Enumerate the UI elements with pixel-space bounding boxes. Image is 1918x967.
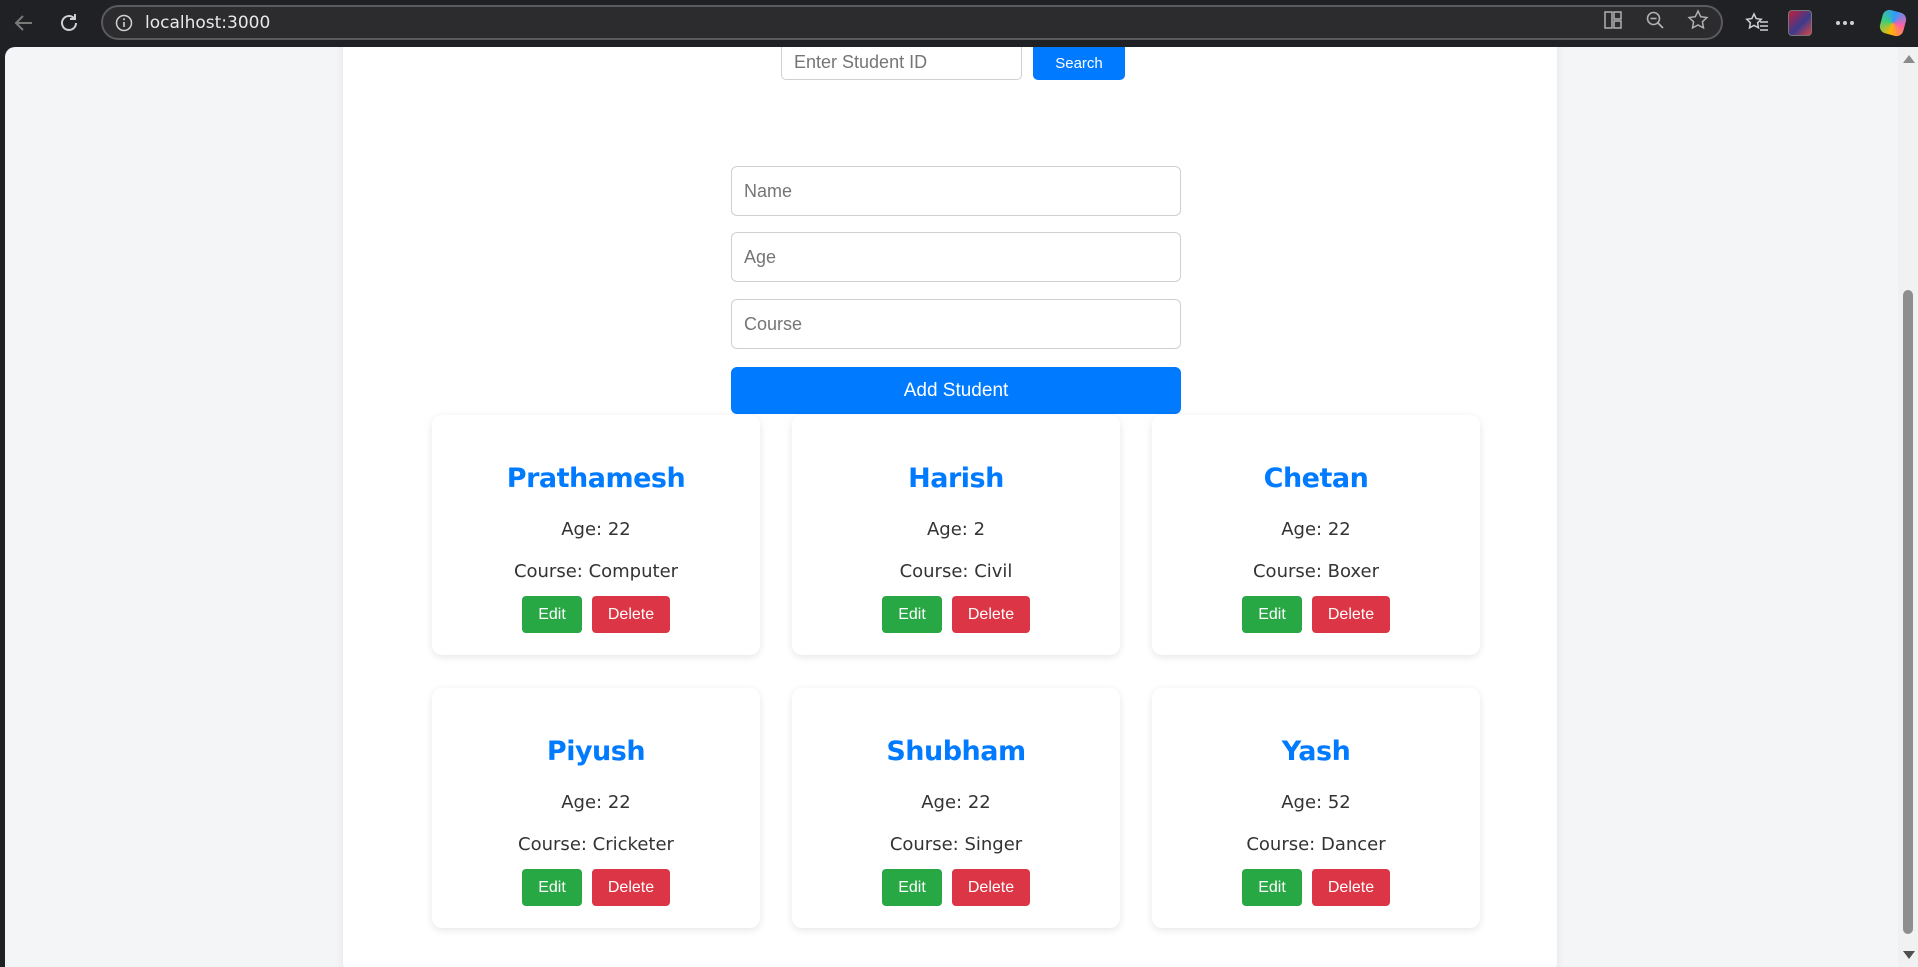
course-field[interactable] [731,299,1181,349]
student-card: Shubham Age: 22 Course: Singer Edit Dele… [792,688,1120,928]
more-icon[interactable] [1832,10,1858,36]
info-icon[interactable] [115,14,133,32]
zoom-out-icon[interactable] [1645,10,1665,35]
student-card: Chetan Age: 22 Course: Boxer Edit Delete [1152,415,1480,655]
student-course: Course: Computer [513,561,679,582]
delete-button[interactable]: Delete [592,596,670,633]
delete-button[interactable]: Delete [952,869,1030,906]
student-course: Course: Civil [899,561,1013,582]
student-card: Piyush Age: 22 Course: Cricketer Edit De… [432,688,760,928]
back-icon[interactable] [9,8,39,38]
delete-button[interactable]: Delete [1312,869,1390,906]
delete-button[interactable]: Delete [592,869,670,906]
scroll-down-arrow-icon[interactable] [1903,951,1915,959]
student-age: Age: 22 [921,792,991,813]
student-panel: Search Add Student Prathamesh Age: 22 Co… [343,47,1557,967]
student-course: Course: Dancer [1246,834,1386,855]
student-age: Age: 52 [1281,792,1351,813]
address-bar[interactable]: localhost:3000 [101,5,1723,40]
delete-button[interactable]: Delete [952,596,1030,633]
url-text: localhost:3000 [145,12,271,33]
name-field[interactable] [731,166,1181,216]
edit-button[interactable]: Edit [522,596,582,633]
page-scrollbar[interactable] [1898,47,1918,967]
student-name: Prathamesh [506,463,686,494]
student-course: Course: Boxer [1252,561,1379,582]
student-card: Harish Age: 2 Course: Civil Edit Delete [792,415,1120,655]
favorites-icon[interactable] [1744,10,1770,36]
profile-icon[interactable] [1787,10,1813,36]
student-course: Course: Cricketer [518,834,674,855]
student-age: Age: 22 [561,792,631,813]
edit-button[interactable]: Edit [1242,596,1302,633]
edit-button[interactable]: Edit [882,869,942,906]
delete-button[interactable]: Delete [1312,596,1390,633]
student-age: Age: 22 [1281,519,1351,540]
add-student-button[interactable]: Add Student [731,367,1181,414]
student-card: Prathamesh Age: 22 Course: Computer Edit… [432,415,760,655]
edit-button[interactable]: Edit [1242,869,1302,906]
split-screen-icon[interactable] [1603,10,1623,35]
student-age: Age: 2 [926,519,986,540]
student-id-search-input[interactable] [781,47,1022,80]
browser-toolbar: localhost:3000 [0,0,1918,46]
edit-button[interactable]: Edit [522,869,582,906]
student-name: Piyush [546,736,646,767]
student-name: Chetan [1263,463,1369,494]
student-name: Shubham [886,736,1026,767]
scrollbar-thumb[interactable] [1903,290,1913,934]
copilot-icon[interactable] [1878,8,1908,38]
reload-icon[interactable] [54,8,84,38]
student-name: Yash [1281,736,1351,767]
favorite-star-icon[interactable] [1687,9,1709,36]
search-button[interactable]: Search [1033,47,1125,80]
student-card: Yash Age: 52 Course: Dancer Edit Delete [1152,688,1480,928]
student-course: Course: Singer [889,834,1023,855]
student-age: Age: 22 [561,519,631,540]
page-viewport: Search Add Student Prathamesh Age: 22 Co… [5,47,1898,967]
scroll-up-arrow-icon[interactable] [1903,55,1915,63]
edit-button[interactable]: Edit [882,596,942,633]
student-name: Harish [908,463,1004,494]
age-field[interactable] [731,232,1181,282]
